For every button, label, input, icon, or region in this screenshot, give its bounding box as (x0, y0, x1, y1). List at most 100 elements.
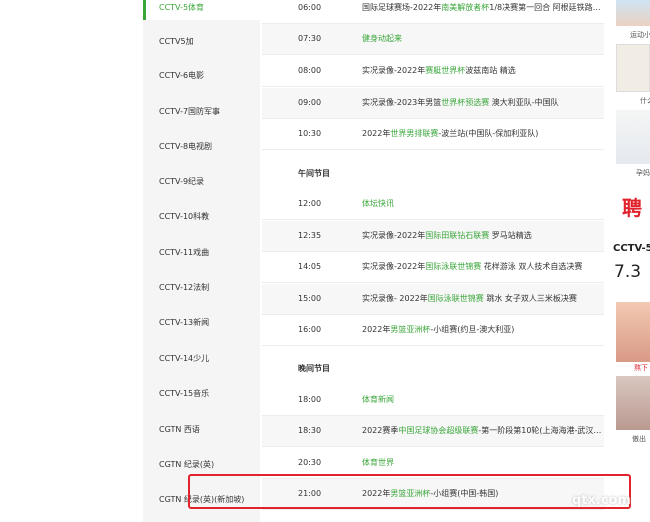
program-text: 实况录像- 2022年 (362, 294, 428, 303)
program-text: 澳大利亚队-中国队 (489, 98, 559, 107)
program-link[interactable]: 南美解放者杯 (441, 3, 489, 12)
program-text: 2022年 (362, 325, 391, 334)
thumbnail-caption[interactable]: 什么 (640, 96, 650, 106)
program-link[interactable]: 世界男排联赛 (390, 129, 438, 138)
program-time: 10:30 (298, 129, 322, 138)
schedule-row: 14:05 实况录像-2022年国际泳联世锦赛 花样游泳 双人技术自选决赛 (262, 252, 604, 283)
program-link[interactable]: 国际泳联世锦赛 (425, 262, 481, 271)
watermark: qtx.com (572, 493, 632, 508)
thumbnail-caption[interactable]: 运动小 (630, 30, 650, 40)
schedule-row: 18:00 体育新闻 (262, 385, 604, 416)
program-text: 1/8决赛第一回合 阿根廷铁路… (489, 3, 601, 12)
program-time: 18:30 (298, 426, 322, 435)
recruit-logo[interactable]: 聘 (622, 192, 642, 221)
section-heading-evening: 晚间节目 (298, 364, 330, 373)
program-time: 07:30 (298, 34, 322, 43)
channel-item[interactable]: CCTV-9纪录 (143, 164, 260, 199)
channel-item[interactable]: CCTV-6电影 (143, 58, 260, 93)
program-text: 罗马站精选 (489, 231, 532, 240)
channel-item[interactable]: CGTN 西语 (143, 412, 260, 447)
schedule-row: 09:00 实况录像-2023年男篮世界杯预选赛 澳大利亚队-中国队 (262, 88, 604, 119)
schedule-row: 15:00 实况录像- 2022年国际泳联世锦赛 跳水 女子双人三米板决赛 (262, 284, 604, 315)
highlight-box (188, 474, 631, 509)
schedule-row: 12:35 实况录像-2022年国际田联钻石联赛 罗马站精选 (262, 221, 604, 252)
channel-item[interactable]: CCTV5加 (143, 24, 260, 59)
program-text: 花样游泳 双人技术自选决赛 (481, 262, 583, 271)
program-time: 09:00 (298, 98, 322, 107)
program-text: 实况录像-2022年 (362, 66, 426, 75)
thumbnail-image[interactable] (616, 376, 650, 430)
channel-name: CCTV-5 (613, 243, 650, 254)
channel-item[interactable]: CCTV-12法制 (143, 270, 260, 305)
channel-item[interactable]: CCTV-5体育 (143, 0, 260, 20)
thumbnail-caption[interactable]: 傲出 (632, 434, 646, 444)
program-time: 08:00 (298, 66, 322, 75)
channel-item[interactable]: CCTV-10科教 (143, 199, 260, 234)
program-title: 实况录像-2023年男篮世界杯预选赛 澳大利亚队-中国队 (362, 88, 602, 118)
program-time: 12:35 (298, 231, 322, 240)
program-title: 实况录像-2022年国际泳联世锦赛 花样游泳 双人技术自选决赛 (362, 252, 602, 282)
rating-score: 7.3 (614, 262, 642, 282)
schedule-row: 07:30 健身动起来 (262, 24, 604, 55)
program-title: 体坛快讯 (362, 189, 602, 219)
program-link[interactable]: 世界杯预选赛 (441, 98, 489, 107)
program-text: 2022赛季 (362, 426, 399, 435)
program-time: 16:00 (298, 325, 322, 334)
program-title: 2022年男篮亚洲杯-小组赛(约旦-澳大利亚) (362, 315, 602, 345)
channel-item[interactable]: CCTV-11戏曲 (143, 235, 260, 270)
program-link[interactable]: 健身动起来 (362, 34, 402, 43)
program-text: -小组赛(约旦-澳大利亚) (430, 325, 515, 334)
program-link[interactable]: 体育世界 (362, 458, 394, 467)
channel-item[interactable]: CCTV-7国防军事 (143, 94, 260, 129)
channel-item[interactable]: CCTV-8电视剧 (143, 129, 260, 164)
program-text: 实况录像-2022年 (362, 262, 426, 271)
program-link[interactable]: 国际泳联世锦赛 (428, 294, 484, 303)
program-title: 2022赛季中国足球协会超级联赛-第一阶段第10轮(上海海港-武汉… (362, 416, 602, 446)
program-title: 健身动起来 (362, 24, 602, 54)
thumbnail-image[interactable] (616, 302, 650, 362)
program-text: 实况录像-2022年 (362, 231, 426, 240)
program-text: 实况录像-2023年男篮 (362, 98, 442, 107)
program-link[interactable]: 男篮亚洲杯 (390, 325, 430, 334)
thumbnail-caption[interactable]: 熬下 (634, 363, 648, 373)
schedule-row: 16:00 2022年男篮亚洲杯-小组赛(约旦-澳大利亚) (262, 315, 604, 346)
thumbnail-image[interactable] (616, 44, 650, 92)
program-text: -第一阶段第10轮(上海海港-武汉… (478, 426, 602, 435)
schedule-row: 10:30 2022年世界男排联赛-波兰站(中国队-保加利亚队) (262, 119, 604, 150)
program-title: 国际足球赛场-2022年南美解放者杯1/8决赛第一回合 阿根廷铁路… (362, 0, 602, 23)
channel-list: CCTV-5体育 CCTV5加 CCTV-6电影 CCTV-7国防军事 CCTV-8电视… (143, 0, 260, 522)
schedule-row: 06:00 国际足球赛场-2022年南美解放者杯1/8决赛第一回合 阿根廷铁路… (262, 0, 604, 24)
program-text: 国际足球赛场-2022年 (362, 3, 442, 12)
program-text: 跳水 女子双人三米板决赛 (483, 294, 577, 303)
program-title: 实况录像-2022年赛艇世界杯波兹南站 精选 (362, 56, 602, 86)
schedule-row: 08:00 实况录像-2022年赛艇世界杯波兹南站 精选 (262, 56, 604, 87)
thumbnail-image[interactable] (616, 0, 650, 26)
program-text: 波兹南站 精选 (465, 66, 516, 75)
program-time: 14:05 (298, 262, 322, 271)
channel-item[interactable]: CCTV-13新闻 (143, 305, 260, 340)
thumbnail-image[interactable] (616, 110, 650, 164)
schedule-table: 06:00 国际足球赛场-2022年南美解放者杯1/8决赛第一回合 阿根廷铁路… 0… (262, 0, 604, 522)
schedule-row: 12:00 体坛快讯 (262, 189, 604, 220)
program-title: 体育新闻 (362, 385, 602, 415)
right-sidebar: 运动小 什么 孕妈 聘 CCTV-5 7.3 熬下 傲出 (610, 0, 650, 522)
program-link[interactable]: 体育新闻 (362, 395, 394, 404)
thumbnail-caption[interactable]: 孕妈 (636, 168, 650, 178)
program-title: 实况录像- 2022年国际泳联世锦赛 跳水 女子双人三米板决赛 (362, 284, 602, 314)
program-title: 2022年世界男排联赛-波兰站(中国队-保加利亚队) (362, 119, 602, 149)
schedule-row: 18:30 2022赛季中国足球协会超级联赛-第一阶段第10轮(上海海港-武汉… (262, 416, 604, 447)
program-time: 18:00 (298, 395, 322, 404)
program-link[interactable]: 赛艇世界杯 (425, 66, 465, 75)
program-time: 06:00 (298, 3, 322, 12)
channel-item[interactable]: CCTV-14少儿 (143, 341, 260, 376)
program-text: 2022年 (362, 129, 391, 138)
channel-item[interactable]: CCTV-15音乐 (143, 376, 260, 411)
program-time: 15:00 (298, 294, 322, 303)
section-heading-afternoon: 午间节目 (298, 169, 330, 178)
program-link[interactable]: 体坛快讯 (362, 199, 394, 208)
program-text: -波兰站(中国队-保加利亚队) (438, 129, 539, 138)
program-link[interactable]: 中国足球协会超级联赛 (398, 426, 478, 435)
program-title: 实况录像-2022年国际田联钻石联赛 罗马站精选 (362, 221, 602, 251)
program-time: 12:00 (298, 199, 322, 208)
program-link[interactable]: 国际田联钻石联赛 (425, 231, 489, 240)
